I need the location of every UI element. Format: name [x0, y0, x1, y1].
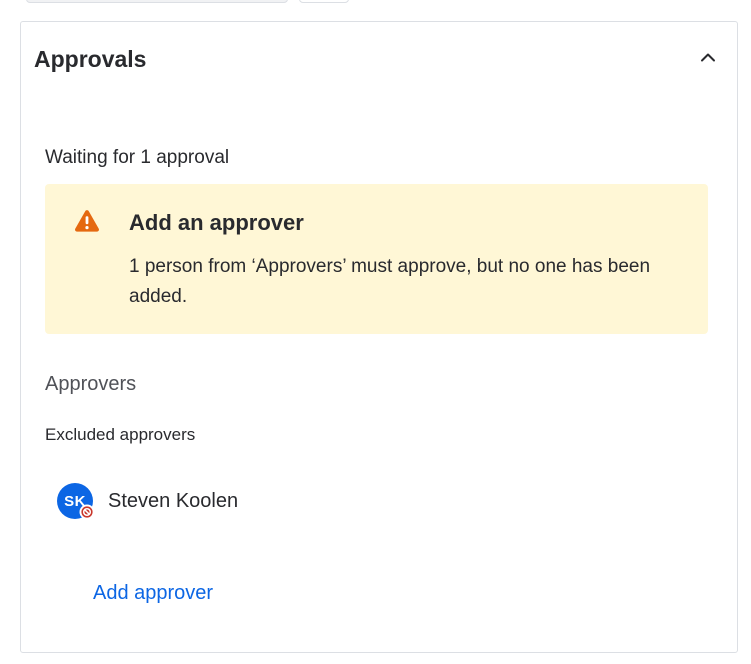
warning-message-box: Add an approver 1 person from ‘Approvers…: [45, 184, 708, 334]
excluded-approvers-label: Excluded approvers: [45, 425, 196, 444]
approver-name: Steven Koolen: [108, 490, 239, 512]
chevron-up-icon: [701, 53, 715, 62]
approvals-panel: Approvals Waiting for 1 approval Add an …: [20, 21, 738, 653]
warning-description: 1 person from ‘Approvers’ must approve, …: [129, 256, 651, 307]
warning-title: Add an approver: [129, 210, 304, 235]
waiting-status-text: Waiting for 1 approval: [45, 147, 230, 168]
add-approver-button[interactable]: Add approver: [93, 580, 213, 606]
approvals-panel-header[interactable]: Approvals: [21, 22, 737, 94]
excluded-approver-item: SK Steven Koolen: [57, 482, 457, 522]
panel-title: Approvals: [34, 46, 147, 72]
top-button[interactable]: [299, 0, 349, 3]
collapse-toggle-button[interactable]: [695, 44, 721, 70]
blocked-icon: [79, 504, 95, 520]
approvers-heading: Approvers: [45, 373, 137, 395]
top-input-field[interactable]: [26, 0, 288, 3]
warning-icon: [75, 210, 99, 232]
